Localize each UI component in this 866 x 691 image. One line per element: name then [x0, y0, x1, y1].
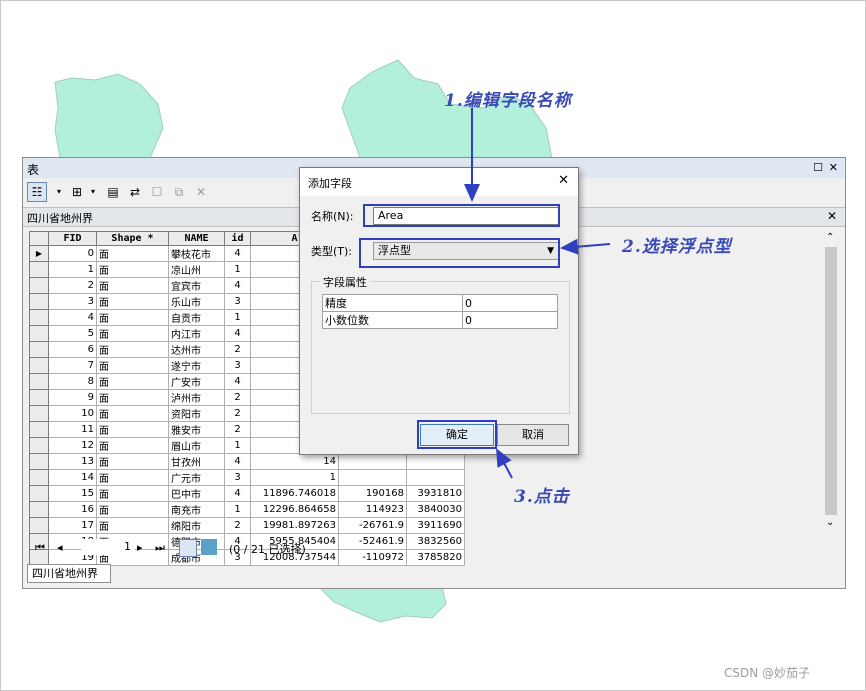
annotation-step2: 2.选择浮点型: [622, 237, 732, 257]
arrow-step2: [560, 238, 611, 255]
annotation-step3: 3.点击: [514, 487, 570, 507]
annotation-arrows: [464, 108, 611, 479]
arrow-step3: [496, 448, 513, 479]
annotation-step1: 1.编辑字段名称: [444, 91, 572, 111]
watermark: CSDN @妙茄子: [724, 666, 811, 680]
